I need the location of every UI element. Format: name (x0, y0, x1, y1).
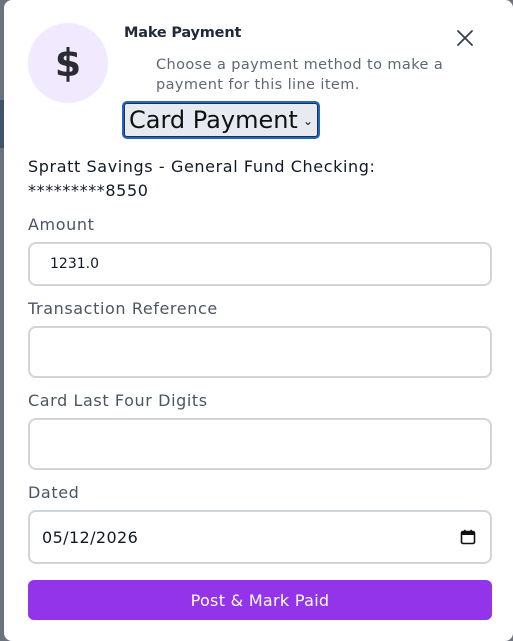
chevron-down-icon: ⌄ (302, 114, 313, 128)
close-button[interactable] (453, 26, 477, 50)
account-info: Spratt Savings - General Fund Checking: … (28, 157, 376, 200)
close-icon (457, 30, 473, 46)
card-last-four-input[interactable] (28, 418, 492, 470)
dated-input[interactable]: 05/12/2026 (28, 510, 492, 564)
dated-label: Dated (28, 483, 80, 502)
amount-label: Amount (28, 215, 95, 234)
dollar-icon: $ (28, 23, 108, 103)
dollar-glyph: $ (54, 41, 82, 85)
calendar-icon[interactable] (460, 529, 476, 545)
modal-subtitle: Choose a payment method to make a paymen… (156, 57, 444, 93)
transaction-reference-input[interactable] (28, 326, 492, 378)
amount-input[interactable]: 1231.0 (28, 242, 492, 286)
amount-value: 1231.0 (50, 256, 99, 272)
modal-title: Make Payment (124, 25, 242, 41)
payment-method-selected: Card Payment (129, 106, 298, 134)
card-last-four-label: Card Last Four Digits (28, 391, 208, 410)
make-payment-modal: $ Make Payment Choose a payment method t… (4, 0, 513, 641)
dated-value: 05/12/2026 (42, 527, 139, 547)
post-mark-paid-button[interactable]: Post & Mark Paid (28, 580, 492, 620)
payment-method-select[interactable]: Card Payment ⌄ (122, 101, 320, 139)
transaction-reference-label: Transaction Reference (28, 299, 218, 318)
